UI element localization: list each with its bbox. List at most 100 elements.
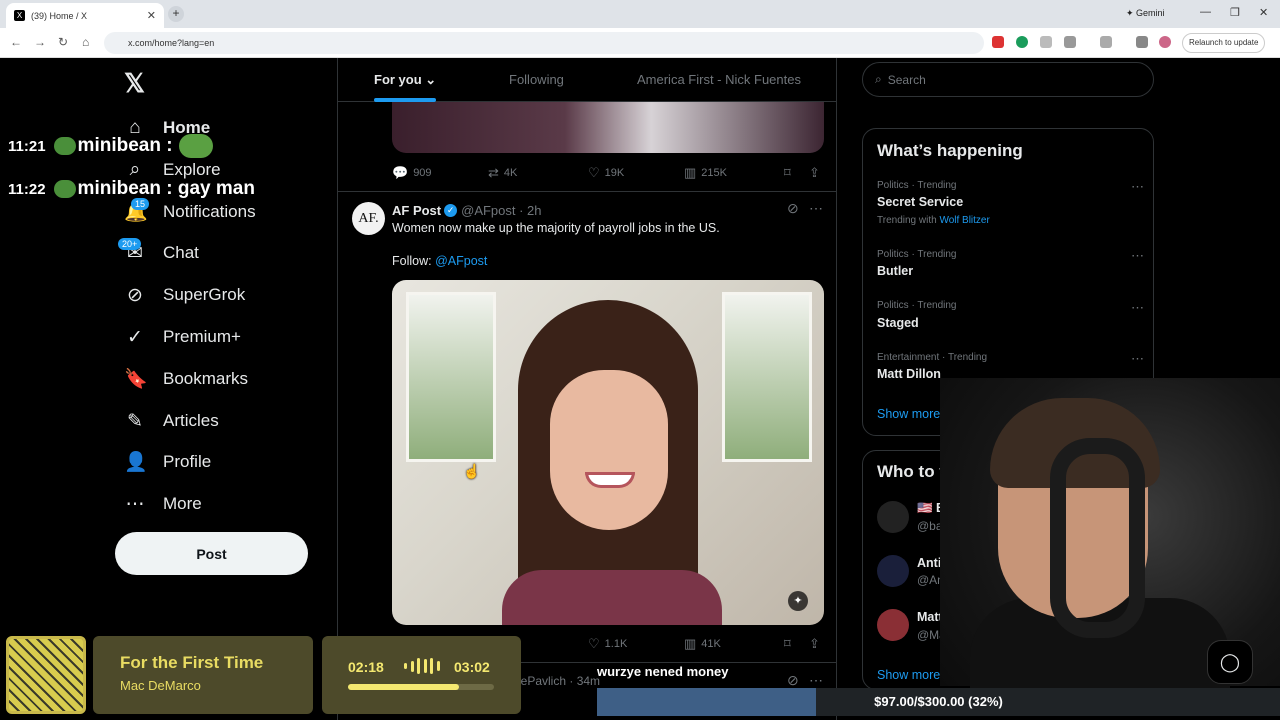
more-icon[interactable]: ⋯: [1131, 351, 1144, 367]
more-icon[interactable]: ⋯: [1131, 179, 1144, 195]
pepe-emote-icon: [53, 137, 76, 155]
search-placeholder: Search: [887, 72, 926, 87]
address-bar[interactable]: x.com/home?lang=en: [104, 32, 984, 54]
song-artist: Mac DeMarco: [120, 678, 201, 693]
views-button[interactable]: ▥ 215K: [684, 165, 727, 181]
search-input[interactable]: ⌕ Search: [862, 62, 1154, 97]
trend-name[interactable]: Secret Service: [877, 195, 963, 209]
search-icon: ⌕: [875, 72, 882, 86]
messages-icon[interactable]: ◯: [1207, 640, 1253, 684]
views-icon: ▥: [684, 636, 697, 651]
gemini-button[interactable]: ✦ Gemini: [1126, 8, 1165, 19]
extension-icon[interactable]: [992, 36, 1004, 48]
show-more-link[interactable]: Show more: [877, 407, 940, 421]
sidebar-item-bookmarks[interactable]: 🔖 Bookmarks: [124, 364, 248, 394]
grok-icon: ⊘: [127, 284, 143, 306]
bookmark-icon: 🔖: [124, 369, 148, 390]
browser-tab-bar: X (39) Home / X ✕ + ✦ Gemini — ❐ ✕: [0, 0, 1280, 28]
more-icon[interactable]: ⋯: [1131, 300, 1144, 316]
trend-name[interactable]: Staged: [877, 316, 919, 330]
pepe-emote-icon: [53, 180, 76, 198]
chat-user: minibean: [77, 178, 161, 199]
follow-name[interactable]: Matt: [917, 610, 943, 624]
author-handle[interactable]: @AFpost · 2h: [461, 203, 541, 218]
chevron-down-icon[interactable]: ⌄: [425, 72, 436, 87]
like-button[interactable]: ♡ 1.1K: [588, 636, 627, 652]
tab-following[interactable]: Following: [509, 72, 564, 87]
home-icon[interactable]: ⌂: [82, 35, 89, 49]
grok-icon[interactable]: ⊘: [787, 672, 799, 689]
sidebar-item-supergrok[interactable]: ⊘ SuperGrok: [124, 280, 245, 310]
url-text: x.com/home?lang=en: [128, 38, 215, 48]
person-icon: 👤: [124, 452, 148, 473]
next-tweet-handle[interactable]: iePavlich · 34m: [518, 674, 600, 688]
more-icon[interactable]: ⋯: [809, 200, 823, 217]
show-more-link[interactable]: Show more: [877, 668, 940, 682]
person-face: [550, 370, 668, 530]
x-logo-icon[interactable]: 𝕏: [124, 68, 145, 99]
sidebar-item-label: Profile: [163, 452, 212, 471]
more-icon[interactable]: ⋯: [1131, 248, 1144, 264]
share-button[interactable]: ⇪: [809, 165, 825, 181]
more-icon[interactable]: ⋯: [809, 672, 823, 689]
back-icon[interactable]: ←: [10, 35, 22, 49]
minimize-icon[interactable]: —: [1200, 6, 1211, 18]
tab-america-first[interactable]: America First - Nick Fuentes: [637, 72, 801, 87]
tweet-media[interactable]: ✦: [392, 280, 824, 625]
feed-tabs: For you ⌄ Following America First - Nick…: [338, 58, 836, 102]
trend-related-link[interactable]: Wolf Blitzer: [939, 215, 989, 226]
like-button[interactable]: ♡ 19K: [588, 165, 624, 181]
sidepanel-icon[interactable]: [1100, 36, 1112, 48]
relaunch-button[interactable]: Relaunch to update: [1182, 33, 1266, 53]
window-close-icon[interactable]: ✕: [1259, 6, 1268, 19]
chat-message: 11:22 minibean : gay man: [8, 178, 255, 200]
sidebar-item-articles[interactable]: ✎ Articles: [124, 406, 219, 436]
bookmark-button[interactable]: ⌑: [784, 165, 796, 181]
puzzle-icon[interactable]: [1064, 36, 1076, 48]
avatar[interactable]: [877, 501, 909, 533]
verified-icon: ✓: [444, 204, 458, 217]
window-background: [722, 292, 812, 462]
author-name[interactable]: AF Post: [392, 203, 441, 218]
mouse-cursor-icon: ☝: [463, 463, 481, 479]
person-body: [502, 570, 722, 625]
avatar[interactable]: [877, 555, 909, 587]
avatar[interactable]: [1159, 36, 1171, 48]
tab-for-you[interactable]: For you ⌄: [374, 72, 436, 88]
previous-tweet-image[interactable]: [392, 102, 824, 153]
trend-name[interactable]: Matt Dillon: [877, 367, 941, 381]
tab-close-icon[interactable]: ✕: [147, 9, 156, 22]
sidebar-item-premium[interactable]: ✓ Premium+: [124, 322, 241, 352]
reload-icon[interactable]: ↻: [58, 35, 68, 49]
extension-icon[interactable]: [1040, 36, 1052, 48]
article-icon: ✎: [127, 410, 143, 432]
playback-card: 02:18 03:02: [322, 636, 521, 714]
reply-button[interactable]: 💬 909: [392, 165, 432, 181]
total-time: 03:02: [454, 659, 490, 675]
now-playing-card: For the First Time Mac DeMarco: [93, 636, 313, 714]
avatar[interactable]: [877, 609, 909, 641]
views-icon: ▥: [684, 165, 697, 180]
post-button[interactable]: Post: [115, 532, 308, 575]
trend-name[interactable]: Butler: [877, 264, 913, 278]
maximize-icon[interactable]: ❐: [1230, 6, 1240, 19]
new-tab-button[interactable]: +: [168, 6, 184, 22]
bookmark-button[interactable]: ⌑: [784, 636, 796, 652]
overlay-caption: wurzye nened money: [597, 664, 729, 679]
extension-icon[interactable]: [1016, 36, 1028, 48]
media-icon[interactable]: [1136, 36, 1148, 48]
repost-button[interactable]: ⇄ 4K: [488, 165, 517, 181]
views-button[interactable]: ▥ 41K: [684, 636, 721, 652]
grok-image-icon[interactable]: ✦: [788, 591, 808, 611]
share-button[interactable]: ⇪: [809, 636, 825, 652]
trend-category: Entertainment · Trending: [877, 352, 988, 363]
pepe-emote-icon: [178, 134, 213, 158]
sidebar-item-more[interactable]: ⋯ More: [124, 489, 202, 519]
song-title: For the First Time: [120, 653, 264, 672]
forward-icon[interactable]: →: [34, 35, 46, 49]
avatar[interactable]: AF.: [352, 202, 385, 235]
grok-icon[interactable]: ⊘: [787, 200, 799, 217]
browser-tab[interactable]: X (39) Home / X ✕: [6, 3, 164, 28]
sidebar-item-profile[interactable]: 👤 Profile: [124, 447, 211, 477]
mention-link[interactable]: @AFpost: [435, 254, 487, 268]
